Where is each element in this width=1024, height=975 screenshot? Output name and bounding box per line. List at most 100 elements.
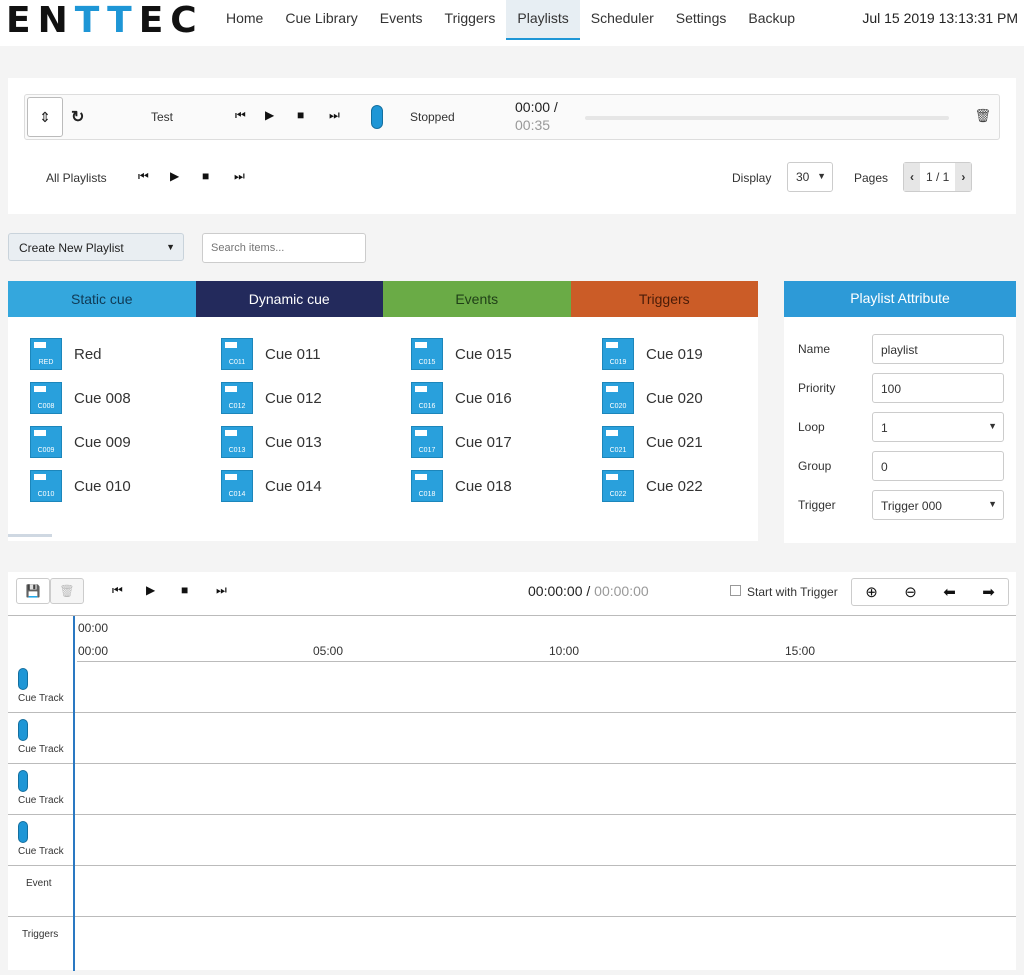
nav-triggers[interactable]: Triggers xyxy=(434,0,507,40)
trash-icon[interactable]: 🗑 xyxy=(50,578,84,604)
cue-name: Cue 014 xyxy=(265,477,322,495)
triggers-row[interactable]: Triggers xyxy=(8,917,1016,968)
attr-priority-row: Priority 100 xyxy=(796,373,1006,403)
progress-bar[interactable] xyxy=(585,116,949,120)
cue-name: Cue 008 xyxy=(74,389,131,407)
trash-icon[interactable]: 🗑 xyxy=(974,108,991,124)
timeline-play-icon[interactable]: ▶ xyxy=(146,583,155,597)
nav-home[interactable]: Home xyxy=(215,0,274,40)
timeline-ruler: 00:00 00:00 05:00 10:00 15:00 xyxy=(77,616,1016,662)
cue-item[interactable]: C017 Cue 017 xyxy=(411,425,581,459)
tab-static-cue[interactable]: Static cue xyxy=(8,281,196,317)
priority-field[interactable]: 100 xyxy=(872,373,1004,403)
cue-item[interactable]: C009 Cue 009 xyxy=(30,425,200,459)
cue-item[interactable]: C021 Cue 021 xyxy=(602,425,772,459)
cue-code: C015 xyxy=(418,359,436,366)
display-count-select[interactable]: 30 ▼ xyxy=(787,162,833,192)
cue-item[interactable]: C020 Cue 020 xyxy=(602,381,772,415)
timeline-stop-icon[interactable]: ■ xyxy=(181,583,188,597)
attr-loop-label: Loop xyxy=(798,420,825,434)
cue-item[interactable]: C022 Cue 022 xyxy=(602,469,772,503)
cue-item[interactable]: C018 Cue 018 xyxy=(411,469,581,503)
refresh-icon[interactable]: ↻ xyxy=(71,107,84,127)
cue-item[interactable]: C013 Cue 013 xyxy=(221,425,391,459)
play-icon[interactable]: ▶ xyxy=(265,108,274,122)
cue-code: C020 xyxy=(609,403,627,410)
all-next-icon[interactable]: ⏭ xyxy=(234,169,245,184)
cue-item[interactable]: C015 Cue 015 xyxy=(411,337,581,371)
cue-track-row[interactable]: Cue Track xyxy=(8,764,1016,815)
attr-name-label: Name xyxy=(798,342,831,356)
nav-scheduler[interactable]: Scheduler xyxy=(580,0,665,40)
cue-code: RED xyxy=(38,359,54,366)
cue-name: Cue 013 xyxy=(265,433,322,451)
cue-code: C012 xyxy=(228,403,246,410)
cue-track-row[interactable]: Cue Track xyxy=(8,662,1016,713)
cue-code: C009 xyxy=(37,447,55,454)
all-play-icon[interactable]: ▶ xyxy=(170,169,179,183)
group-field[interactable]: 0 xyxy=(872,451,1004,481)
arrow-left-icon[interactable]: ⬅ xyxy=(943,583,956,601)
cue-item[interactable]: C010 Cue 010 xyxy=(30,469,200,503)
page-next-button[interactable]: › xyxy=(955,163,972,191)
attr-priority-label: Priority xyxy=(798,381,836,395)
previous-icon[interactable]: ⏮ xyxy=(235,108,246,123)
playlist-player-panel: ⇕ ↻ Test ⏮ ▶ ■ ⏭ Stopped 00:00 / 00:35 🗑… xyxy=(8,78,1016,214)
cue-track-row[interactable]: Cue Track xyxy=(8,713,1016,764)
playlist-attribute-panel: Playlist Attribute Name playlist Priorit… xyxy=(784,281,1016,543)
all-previous-icon[interactable]: ⏮ xyxy=(138,169,149,184)
cue-icon: C009 xyxy=(30,426,62,458)
tab-events[interactable]: Events xyxy=(383,281,571,317)
cue-item[interactable]: C019 Cue 019 xyxy=(602,337,772,371)
cue-item[interactable]: C011 Cue 011 xyxy=(221,337,391,371)
arrow-right-icon[interactable]: ➡ xyxy=(982,583,995,601)
display-count-value: 30 xyxy=(796,170,810,184)
cue-code: C018 xyxy=(418,491,436,498)
timeline-current-time: 00:00:00 xyxy=(528,583,583,599)
search-input[interactable] xyxy=(202,233,366,263)
enttec-logo[interactable]: ENTTEC xyxy=(6,2,204,40)
top-header: ENTTEC Home Cue Library Events Triggers … xyxy=(0,0,1024,46)
start-with-trigger-checkbox[interactable] xyxy=(730,585,741,596)
cue-item[interactable]: C008 Cue 008 xyxy=(30,381,200,415)
event-row[interactable]: Event xyxy=(8,866,1016,917)
current-time: 00:00 / xyxy=(515,99,558,115)
next-icon[interactable]: ⏭ xyxy=(329,108,340,123)
timeline-next-icon[interactable]: ⏭ xyxy=(216,583,227,598)
tab-triggers[interactable]: Triggers xyxy=(570,281,758,317)
cue-item[interactable]: C016 Cue 016 xyxy=(411,381,581,415)
nav-settings[interactable]: Settings xyxy=(665,0,738,40)
name-field[interactable]: playlist xyxy=(872,334,1004,364)
zoom-in-icon[interactable]: ⊕ xyxy=(865,583,878,601)
nav-events[interactable]: Events xyxy=(369,0,434,40)
trigger-select[interactable]: Trigger 000 ▼ xyxy=(872,490,1004,520)
nav-cue-library[interactable]: Cue Library xyxy=(274,0,368,40)
attr-name-row: Name playlist xyxy=(796,334,1006,364)
cue-name: Cue 011 xyxy=(265,345,321,363)
cue-code: C010 xyxy=(37,491,55,498)
loop-value: 1 xyxy=(881,421,888,435)
all-stop-icon[interactable]: ■ xyxy=(202,169,209,183)
zoom-out-icon[interactable]: ⊖ xyxy=(904,583,917,601)
page-prev-button[interactable]: ‹ xyxy=(904,163,920,191)
nav-playlists[interactable]: Playlists xyxy=(506,0,580,40)
create-playlist-label: Create New Playlist xyxy=(19,241,124,255)
cue-item[interactable]: RED Red xyxy=(30,337,200,371)
timeline-panel: 💾 🗑 ⏮ ▶ ■ ⏭ 00:00:00 / 00:00:00 Start wi… xyxy=(8,572,1016,971)
horizontal-scrollbar[interactable] xyxy=(8,534,52,537)
cue-name: Cue 015 xyxy=(455,345,512,363)
playlist-toggle-handle[interactable] xyxy=(371,105,383,129)
cue-code: C017 xyxy=(418,447,436,454)
create-playlist-dropdown[interactable]: Create New Playlist ▼ xyxy=(8,233,184,261)
timeline-track-labels xyxy=(8,616,75,971)
nav-backup[interactable]: Backup xyxy=(737,0,806,40)
cue-item[interactable]: C014 Cue 014 xyxy=(221,469,391,503)
tab-dynamic-cue[interactable]: Dynamic cue xyxy=(195,281,383,317)
loop-select[interactable]: 1 ▼ xyxy=(872,412,1004,442)
stop-icon[interactable]: ■ xyxy=(297,108,304,122)
cue-track-row[interactable]: Cue Track xyxy=(8,815,1016,866)
updown-icon[interactable]: ⇕ xyxy=(27,97,63,137)
cue-item[interactable]: C012 Cue 012 xyxy=(221,381,391,415)
save-icon[interactable]: 💾 xyxy=(16,578,50,604)
timeline-previous-icon[interactable]: ⏮ xyxy=(112,583,123,598)
